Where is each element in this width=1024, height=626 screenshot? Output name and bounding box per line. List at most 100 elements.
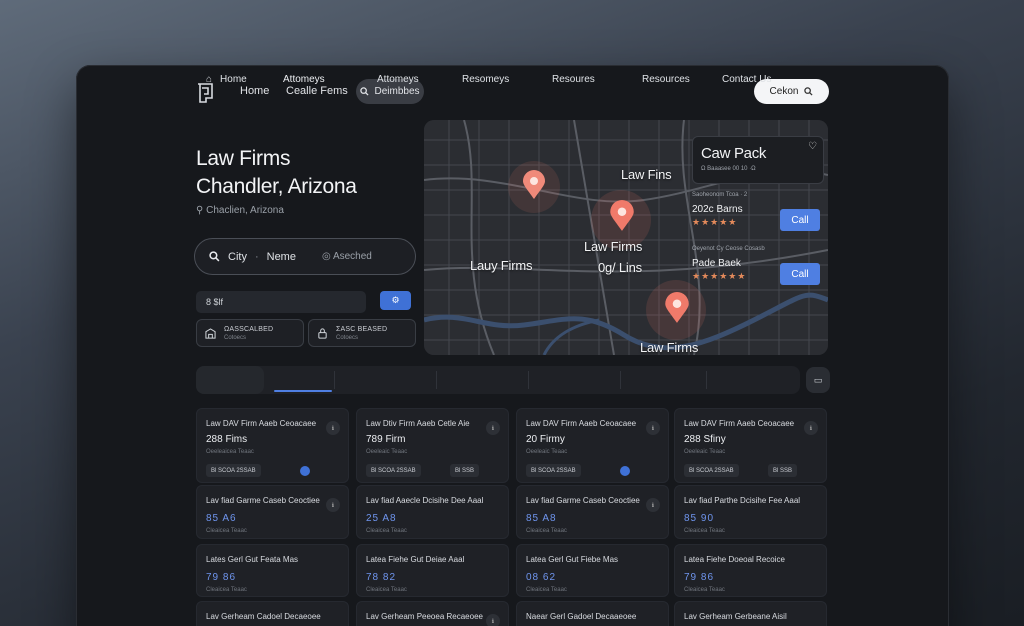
firm-card[interactable]: Lates Gerl Gut Feata Mas 79 86 Cleaicea …: [196, 544, 349, 597]
tab-resources[interactable]: Resources: [642, 65, 690, 93]
firm-card[interactable]: Latea Gerl Gut Fiebe Mas 08 62 Cleaicea …: [516, 544, 669, 597]
card-heading: Lav Gerheam Peeoea Recaeoee: [366, 612, 483, 621]
lock-icon: [318, 327, 327, 339]
map-view[interactable]: Law Fins Law Firms Lauy Firms 0g/ Lins L…: [424, 120, 828, 355]
heart-icon[interactable]: ♡: [808, 141, 817, 152]
card-meta: Cleaicea Teaac: [206, 528, 247, 534]
tab-resoures[interactable]: Resoures: [552, 65, 595, 93]
map-info-card[interactable]: Caw Pack Ω Baaasee 00 10 ·Ω ♡: [692, 136, 824, 184]
chip-sublabel: Cotoecs: [336, 334, 359, 341]
firm-card[interactable]: Lav fiad Aaecle Dcisihe Dee Aaal 25 A8 C…: [356, 485, 509, 539]
tab-divider: [436, 371, 437, 389]
search-checked[interactable]: ◎ Aseched: [322, 251, 372, 262]
card-heading: Lates Gerl Gut Feata Mas: [206, 555, 299, 564]
tab-contact-us[interactable]: Contact Us: [722, 65, 771, 93]
card-heading: Latea Fiehe Doeoal Recoice: [684, 555, 785, 564]
card-title: 20 Firmy: [526, 434, 565, 445]
firm-card[interactable]: Lav Gerheam Cadoel Decaeoee: [196, 601, 349, 626]
firm-card[interactable]: Lav fiad Garme Caseb Ceoctiee 85 A6 Clea…: [196, 485, 349, 539]
card-meta: Cleaicea Teaac: [366, 528, 407, 534]
check-icon: ◎: [321, 251, 331, 262]
call-button[interactable]: Call: [780, 209, 820, 231]
filter-apply-button[interactable]: ⚙: [380, 291, 411, 310]
card-value: 85 90: [684, 513, 715, 524]
location-label: Chaclien, Arizona: [206, 205, 284, 216]
card-badge: Bl SCOA 2SSAB: [684, 464, 739, 477]
card-heading: Latea Fiehe Gut Deiae Aaal: [366, 555, 465, 564]
search-icon: [804, 87, 813, 96]
card-meta: Cleaicea Teaac: [366, 587, 407, 593]
menu-toggle-button[interactable]: ▭: [806, 367, 830, 393]
listing-meta: Saoheonom Tcoa · 2: [692, 192, 748, 198]
filter-chip-2[interactable]: ΣASC BEASED Cotoecs: [308, 319, 416, 347]
firm-card[interactable]: Lav fiad Garme Caseb Ceoctiee 85 A8 Clea…: [516, 485, 669, 539]
call-button[interactable]: Call: [780, 263, 820, 285]
card-meta: Oeeleaic Teaac: [366, 449, 408, 455]
filter-input[interactable]: 8 $lf: [196, 291, 366, 313]
card-badge: Bl SSB: [768, 464, 798, 477]
firm-card[interactable]: Lav fiad Parthe Dcisihe Fee Aaal 85 90 C…: [674, 485, 827, 539]
firm-card[interactable]: Latea Fiehe Gut Deiae Aaal 78 82 Cleaice…: [356, 544, 509, 597]
tab-divider: [334, 371, 335, 389]
firm-card[interactable]: Law DAV Firm Aaeb Ceoacaee 20 Firmy Oeel…: [516, 408, 669, 483]
chip-label: ΩASSCALBED: [224, 325, 274, 333]
card-badge: Bl SSB: [450, 464, 480, 477]
more-icon[interactable]: ℹ: [646, 421, 660, 435]
map-pin-icon[interactable]: [609, 200, 635, 232]
card-value: 08 62: [526, 572, 557, 583]
search-name[interactable]: Neme: [267, 251, 296, 263]
map-label: Law Fins: [621, 167, 672, 182]
top-search-label: Cekon: [769, 86, 799, 97]
chip-sublabel: Cotoecs: [224, 334, 247, 341]
more-icon[interactable]: ℹ: [646, 498, 660, 512]
card-badge: Bl SCOA 2SSAB: [366, 464, 421, 477]
more-icon[interactable]: ℹ: [486, 421, 500, 435]
firm-card[interactable]: Law DAV Firm Aaeb Ceoacaee 288 Fims Oeel…: [196, 408, 349, 483]
more-icon[interactable]: ℹ: [326, 498, 340, 512]
card-badge: Bl SCOA 2SSAB: [206, 464, 261, 477]
more-icon[interactable]: ℹ: [486, 614, 500, 626]
active-tab-indicator: [274, 390, 332, 392]
map-pin-icon[interactable]: [522, 170, 546, 200]
card-badge: Bl SCOA 2SSAB: [526, 464, 581, 477]
app-window: Home Cealle Fems Deimbbes Cekon Law Firm…: [76, 65, 949, 626]
firm-card[interactable]: Law DAV Firm Aaeb Ceoacaee 288 Sfiny Oee…: [674, 408, 827, 483]
card-heading: Lav fiad Garme Caseb Ceoctiee: [526, 496, 640, 505]
tab-home[interactable]: ⌂ Home: [206, 65, 247, 93]
map-card-subtitle: Ω Baaasee 00 10 ·Ω: [701, 166, 756, 172]
card-meta: Cleaicea Teaac: [684, 528, 725, 534]
status-dot: [620, 466, 630, 476]
tab-attorneys[interactable]: Attomeys: [377, 65, 419, 93]
card-heading: Lav fiad Parthe Dcisihe Fee Aaal: [684, 496, 801, 505]
more-icon[interactable]: ℹ: [326, 421, 340, 435]
tab-divider: [620, 371, 621, 389]
tab-divider: [528, 371, 529, 389]
card-heading: Law DAV Firm Aaeb Ceoacaee: [526, 419, 637, 428]
tab-home-bg: [196, 366, 264, 394]
firm-card[interactable]: Latea Fiehe Doeoal Recoice 79 86 Cleaice…: [674, 544, 827, 597]
page-title: Law Firms Chandler, Arizona: [196, 145, 357, 201]
page-title-line1: Law Firms: [196, 147, 291, 170]
card-heading: Latea Gerl Gut Fiebe Mas: [526, 555, 619, 564]
more-icon[interactable]: ℹ: [804, 421, 818, 435]
filter-chip-1[interactable]: ΩASSCALBED Cotoecs: [196, 319, 304, 347]
status-dot: [300, 466, 310, 476]
firm-card[interactable]: Lav Gerheam Peeoea Recaeoee ℹ: [356, 601, 509, 626]
map-label: Law Firms: [584, 239, 643, 254]
card-title: 288 Fims: [206, 434, 248, 445]
card-heading: Naear Gerl Gadoel Decaaeoee: [526, 612, 637, 621]
tab-resomeys[interactable]: Resomeys: [462, 65, 509, 93]
tab-attorneys-active[interactable]: Attomeys: [283, 65, 325, 93]
map-pin-icon[interactable]: [664, 292, 690, 324]
firm-card[interactable]: Naear Gerl Gadoel Decaaeoee: [516, 601, 669, 626]
card-value: 85 A6: [206, 513, 237, 524]
search-city[interactable]: City: [228, 251, 247, 263]
card-meta: Cleaicea Teaac: [684, 587, 725, 593]
search-bar[interactable]: City · Neme ◎ Aseched: [194, 238, 416, 275]
map-label: Lauy Firms: [470, 258, 533, 273]
firm-card[interactable]: Law Dtiv Firm Aaeb Cetle Aie 789 Firm Oe…: [356, 408, 509, 483]
firm-card[interactable]: Lav Gerheam Gerbeane Aisil: [674, 601, 827, 626]
home-icon: ⌂: [206, 73, 213, 85]
card-title: 288 Sfiny: [684, 434, 726, 445]
card-heading: Lav fiad Garme Caseb Ceoctiee: [206, 496, 320, 505]
